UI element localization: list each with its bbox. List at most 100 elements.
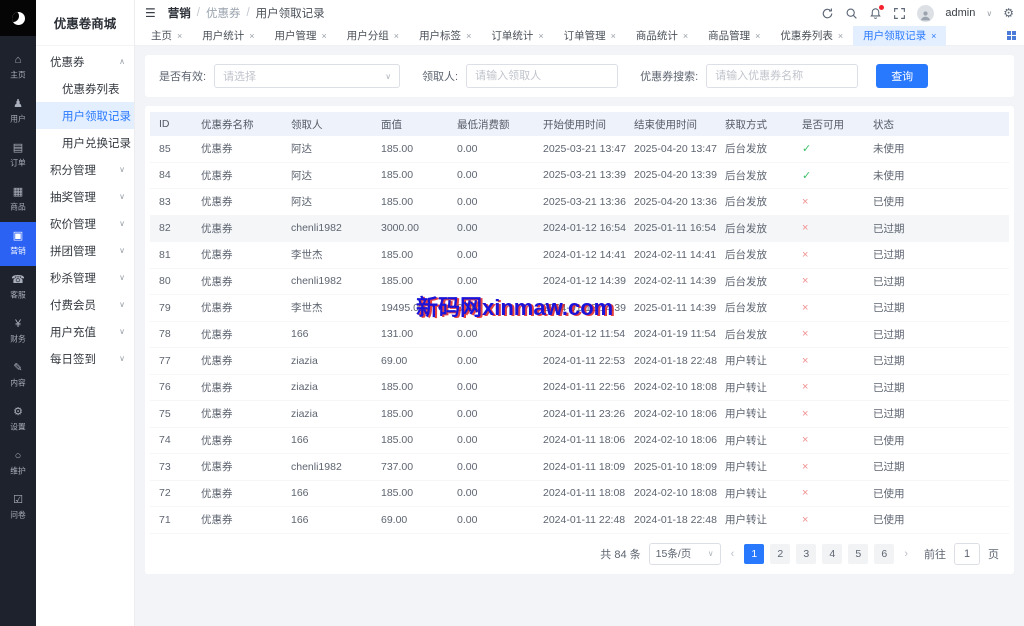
- refresh-icon[interactable]: [821, 7, 834, 20]
- user-avatar[interactable]: [917, 4, 935, 22]
- cell-status: 已使用: [873, 196, 905, 209]
- sidebar-item-用户充值[interactable]: 用户充值 ∨: [36, 318, 134, 345]
- sidebar-item-用户兑换记录[interactable]: 用户兑换记录: [36, 129, 134, 156]
- close-icon[interactable]: ×: [931, 31, 936, 41]
- page-size-select[interactable]: 15条/页 ∨: [648, 542, 721, 565]
- page-button-2[interactable]: 2: [770, 543, 791, 564]
- breadcrumb-item[interactable]: 优惠券: [206, 5, 241, 21]
- tab-订单统计[interactable]: 订单统计 ×: [481, 26, 553, 46]
- fullscreen-icon[interactable]: [893, 7, 906, 20]
- cell-name: 优惠券: [201, 461, 233, 474]
- tab-用户管理[interactable]: 用户管理 ×: [265, 26, 337, 46]
- tab-优惠券列表[interactable]: 优惠券列表 ×: [770, 26, 853, 46]
- valid-filter-select[interactable]: 请选择 ∨: [214, 64, 401, 88]
- rail-item-商品[interactable]: ▦ 商品: [0, 178, 36, 222]
- cell-receiver: 阿达: [291, 196, 312, 209]
- sidebar-item-优惠券列表[interactable]: 优惠券列表: [36, 75, 134, 102]
- sidebar-item-每日签到[interactable]: 每日签到 ∨: [36, 345, 134, 372]
- table-row[interactable]: 72 优惠券 166 185.00 0.00 2024-01-11 18:08 2024-0…: [150, 481, 1009, 507]
- close-icon[interactable]: ×: [249, 31, 254, 41]
- rail-item-财务[interactable]: ¥ 财务: [0, 310, 36, 354]
- sidebar-item-积分管理[interactable]: 积分管理 ∨: [36, 156, 134, 183]
- sidebar-item-用户领取记录[interactable]: 用户领取记录: [36, 102, 134, 129]
- page-button-4[interactable]: 4: [822, 543, 843, 564]
- tab-订单管理[interactable]: 订单管理 ×: [554, 26, 626, 46]
- table-row[interactable]: 80 优惠券 chenli1982 185.00 0.00 2024-01-12 14:3…: [150, 269, 1009, 295]
- rail-item-内容[interactable]: ✎ 内容: [0, 354, 36, 398]
- close-icon[interactable]: ×: [466, 31, 471, 41]
- table-row[interactable]: 79 优惠券 李世杰 19495.00 0.00 2024-01-12 14:39 2025…: [150, 295, 1009, 322]
- column-header-最低消费额: 最低消费额: [457, 118, 510, 131]
- tab-用户统计[interactable]: 用户统计 ×: [192, 26, 264, 46]
- rail-item-主页[interactable]: ⌂ 主页: [0, 46, 36, 90]
- table-row[interactable]: 85 优惠券 阿达 185.00 0.00 2025-03-21 13:47 2025-04…: [150, 136, 1009, 163]
- rail-item-设置[interactable]: ⚙ 设置: [0, 398, 36, 442]
- receiver-filter-input[interactable]: [466, 64, 619, 88]
- breadcrumb-item[interactable]: 营销: [168, 5, 191, 21]
- user-dropdown-chevron-icon[interactable]: ∨: [986, 9, 992, 18]
- search-icon[interactable]: [845, 7, 858, 20]
- search-button[interactable]: 查询: [876, 64, 929, 88]
- sidebar-item-秒杀管理[interactable]: 秒杀管理 ∨: [36, 264, 134, 291]
- rail-item-用户[interactable]: ♟ 用户: [0, 90, 36, 134]
- cell-start: 2024-01-11 18:06: [543, 434, 626, 447]
- next-page-arrow[interactable]: ›: [902, 548, 910, 560]
- table-row[interactable]: 76 优惠券 ziazia 185.00 0.00 2024-01-11 22:56 202…: [150, 375, 1009, 401]
- rail-item-问卷[interactable]: ☑ 问卷: [0, 486, 36, 530]
- tab-主页[interactable]: 主页 ×: [141, 26, 192, 46]
- table-row[interactable]: 71 优惠券 166 69.00 0.00 2024-01-11 22:48 2024-01…: [150, 507, 1009, 534]
- close-icon[interactable]: ×: [177, 31, 182, 41]
- table-row[interactable]: 75 优惠券 ziazia 185.00 0.00 2024-01-11 23:26 202…: [150, 401, 1009, 428]
- notification-bell-icon[interactable]: [869, 4, 885, 20]
- coupon-search-input[interactable]: [706, 64, 859, 88]
- hamburger-menu-icon[interactable]: ☰: [145, 6, 156, 20]
- column-header-ID: ID: [159, 118, 170, 130]
- table-row[interactable]: 82 优惠券 chenli1982 3000.00 0.00 2024-01-12 16:…: [150, 215, 1009, 242]
- username-label[interactable]: admin: [945, 7, 975, 19]
- tab-用户标签[interactable]: 用户标签 ×: [409, 26, 481, 46]
- app-logo[interactable]: [0, 0, 36, 36]
- close-icon[interactable]: ×: [838, 31, 843, 41]
- goto-page-input[interactable]: [954, 542, 980, 565]
- table-row[interactable]: 83 优惠券 阿达 185.00 0.00 2025-03-21 13:36 2025-04…: [150, 189, 1009, 216]
- cell-end: 2024-02-10 18:08: [634, 487, 717, 500]
- tab-商品管理[interactable]: 商品管理 ×: [698, 26, 770, 46]
- sidebar-item-抽奖管理[interactable]: 抽奖管理 ∨: [36, 183, 134, 210]
- page-button-6[interactable]: 6: [874, 543, 895, 564]
- table-row[interactable]: 84 优惠券 阿达 185.00 0.00 2025-03-21 13:39 2025-04…: [150, 163, 1009, 189]
- cell-start: 2024-01-11 22:53: [543, 354, 626, 367]
- rail-item-客服[interactable]: ☎ 客服: [0, 266, 36, 310]
- cell-id: 71: [159, 513, 171, 526]
- rail-item-营销[interactable]: ▣ 营销: [0, 222, 36, 266]
- tab-layout-grid-icon[interactable]: [1007, 31, 1016, 40]
- rail-item-维护[interactable]: ○ 维护: [0, 442, 36, 486]
- close-icon[interactable]: ×: [611, 31, 616, 41]
- close-icon[interactable]: ×: [394, 31, 399, 41]
- page-button-3[interactable]: 3: [796, 543, 817, 564]
- page-button-1[interactable]: 1: [744, 543, 765, 564]
- table-row[interactable]: 81 优惠券 李世杰 185.00 0.00 2024-01-12 14:41 2024-0…: [150, 242, 1009, 269]
- tab-用户分组[interactable]: 用户分组 ×: [337, 26, 409, 46]
- sidebar-item-砍价管理[interactable]: 砍价管理 ∨: [36, 210, 134, 237]
- close-icon[interactable]: ×: [683, 31, 688, 41]
- settings-gear-icon[interactable]: ⚙: [1003, 6, 1014, 20]
- sidebar-item-付费会员[interactable]: 付费会员 ∨: [36, 291, 134, 318]
- cell-end: 2024-01-19 11:54: [634, 328, 717, 341]
- table-row[interactable]: 78 优惠券 166 131.00 0.00 2024-01-12 11:54 2024-0…: [150, 322, 1009, 348]
- table-row[interactable]: 77 优惠券 ziazia 69.00 0.00 2024-01-11 22:53 2024…: [150, 348, 1009, 375]
- close-icon[interactable]: ×: [755, 31, 760, 41]
- tab-label: 用户分组: [346, 30, 389, 42]
- page-button-5[interactable]: 5: [848, 543, 869, 564]
- table-row[interactable]: 73 优惠券 chenli1982 737.00 0.00 2024-01-11 18:0…: [150, 454, 1009, 481]
- tab-用户领取记录[interactable]: 用户领取记录 ×: [853, 25, 947, 46]
- cell-receiver: 166: [291, 487, 309, 500]
- close-icon[interactable]: ×: [538, 31, 543, 41]
- prev-page-arrow[interactable]: ‹: [729, 548, 737, 560]
- sidebar-item-优惠券[interactable]: 优惠券 ∧: [36, 48, 134, 75]
- tab-商品统计[interactable]: 商品统计 ×: [626, 26, 698, 46]
- table-row[interactable]: 74 优惠券 166 185.00 0.00 2024-01-11 18:06 2024-0…: [150, 428, 1009, 454]
- sidebar-item-拼团管理[interactable]: 拼团管理 ∨: [36, 237, 134, 264]
- close-icon[interactable]: ×: [322, 31, 327, 41]
- rail-item-订单[interactable]: ▤ 订单: [0, 134, 36, 178]
- cell-receiver: ziazia: [291, 407, 318, 420]
